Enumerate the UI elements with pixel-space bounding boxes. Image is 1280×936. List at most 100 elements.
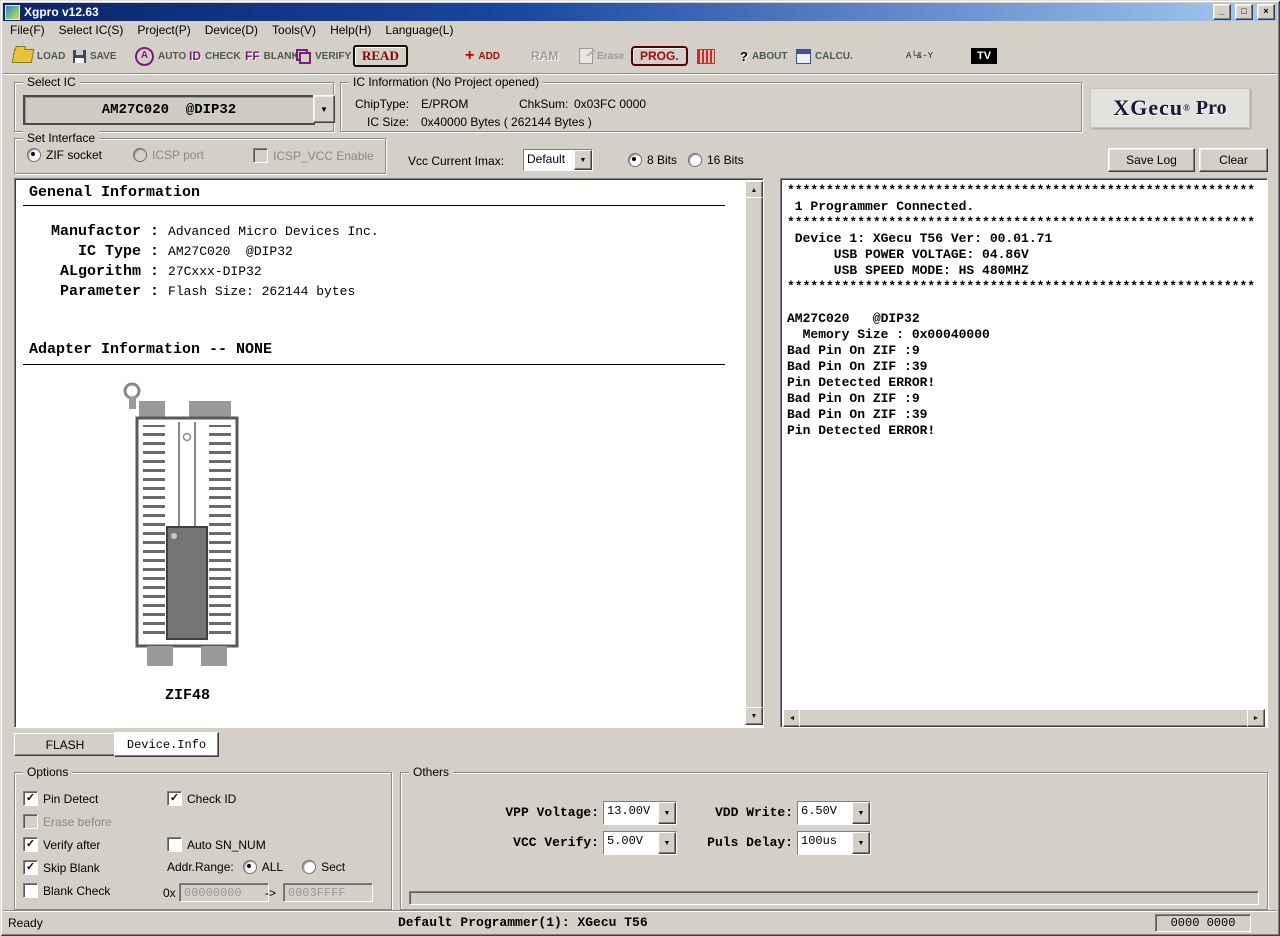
verify-after-checkbox[interactable]: ✓ Verify after [23,837,100,852]
load-button[interactable]: LOAD [13,43,65,69]
prog-button[interactable]: PROG. [631,43,688,69]
ram-icon [531,49,558,63]
auto-button[interactable]: AUTO [135,43,186,69]
menu-file[interactable]: File(F) [3,22,52,38]
ic-info-label: IC Information (No Project opened) [349,75,543,89]
tab-flash[interactable]: FLASH [14,733,116,756]
status-programmer: Default Programmer(1): XGecu T56 [398,915,648,930]
menu-device[interactable]: Device(D) [198,22,265,38]
checkbox-icon: ✓ [23,791,38,806]
checkbox-icon [23,883,38,898]
menu-help[interactable]: Help(H) [323,22,378,38]
calculator-icon [796,49,811,64]
menu-select-ic[interactable]: Select IC(S) [52,22,131,38]
log-panel: ****************************************… [780,178,1268,728]
add-button[interactable]: ADD [465,43,500,69]
addr-sect-radio[interactable] [302,860,316,874]
ic-select-dropdown-button[interactable]: ▼ [313,95,335,123]
status-ready: Ready [8,916,43,930]
minimize-button[interactable]: _ [1213,4,1231,20]
addr-to-input[interactable]: 0003FFFF [283,883,373,902]
menu-tools[interactable]: Tools(V) [265,22,323,38]
puls-delay-combo[interactable]: 100us ▼ [797,831,871,855]
tv-icon [971,48,997,64]
save-log-button[interactable]: Save Log [1108,148,1195,172]
zif48-label: ZIF48 [115,687,260,704]
hex-prefix-label: 0x [163,886,176,900]
chksum-label: ChkSum: [519,97,568,111]
bits16-radio[interactable]: 16 Bits [688,153,744,167]
vcc-imax-combo[interactable]: Default ▼ [523,149,593,171]
radio-icon [133,148,147,162]
log-text: ****************************************… [787,183,1263,707]
radio-icon [688,153,702,167]
others-label: Others [409,765,453,779]
chksum-value: 0x03FC 0000 [574,97,646,111]
chevron-down-icon[interactable]: ▼ [574,150,592,170]
save-button[interactable]: SAVE [73,43,117,69]
scrollbar-thumb[interactable] [799,709,1249,727]
erase-button[interactable]: Erase [579,43,624,69]
chevron-down-icon[interactable]: ▼ [658,832,676,854]
icsp-port-radio[interactable]: ICSP port [133,148,204,162]
addr-range-row: Addr.Range: ALL Sect [167,860,345,874]
vcc-verify-combo[interactable]: 5.00V ▼ [603,831,677,855]
icsp-vcc-checkbox[interactable]: ICSP_VCC Enable [253,148,374,163]
skip-blank-checkbox[interactable]: ✓ Skip Blank [23,860,100,875]
scrollbar-thumb[interactable] [745,197,763,709]
ic-select-combo[interactable]: AM27C020 @DIP32 [23,95,315,125]
blank-check-checkbox[interactable]: Blank Check [23,883,110,898]
menu-language[interactable]: Language(L) [378,22,460,38]
ic-info-group: IC Information (No Project opened) ChipT… [340,82,1082,132]
read-button[interactable]: READ [353,43,408,69]
checkbox-icon [253,148,268,163]
horizontal-scrollbar[interactable]: ◄ ► [783,709,1265,725]
pin-detect-checkbox[interactable]: ✓ Pin Detect [23,791,98,806]
close-button[interactable]: × [1257,4,1275,20]
maximize-button[interactable]: □ [1235,4,1253,20]
vpp-voltage-label: VPP Voltage: [489,805,599,820]
check-id-button[interactable]: CHECK [189,43,241,69]
check-id-checkbox[interactable]: ✓ Check ID [167,791,236,806]
logic-gate-icon [906,51,933,61]
tv-button[interactable] [971,43,997,69]
chevron-down-icon[interactable]: ▼ [852,802,870,824]
checkbox-icon: ✓ [23,860,38,875]
addr-all-radio[interactable] [243,860,257,874]
bits8-radio[interactable]: 8 Bits [628,153,677,167]
chevron-down-icon[interactable]: ▼ [658,802,676,824]
status-bar: Ready Default Programmer(1): XGecu T56 0… [3,912,1277,933]
manufacturer-row: Manufactor : Advanced Micro Devices Inc. [29,223,379,240]
vertical-scrollbar[interactable]: ▲ ▼ [745,181,761,725]
auto-sn-checkbox[interactable]: Auto SN_NUM [167,837,266,852]
zif-socket-radio[interactable]: ZIF socket [27,148,102,162]
tab-device-info[interactable]: Device.Info [114,732,219,757]
chevron-down-icon[interactable]: ▼ [852,832,870,854]
scroll-down-button[interactable]: ▼ [745,707,763,725]
checkbox-icon [167,837,182,852]
addr-from-input[interactable]: 00000000 [179,883,269,902]
calculator-button[interactable]: CALCU. [796,43,853,69]
blank-check-button[interactable]: BLANK [245,43,299,69]
open-folder-icon [12,49,34,63]
pin-map-button[interactable] [697,43,715,69]
erase-before-checkbox[interactable]: Erase before [23,814,112,829]
vpp-voltage-combo[interactable]: 13.00V ▼ [603,801,677,825]
window-title: Xgpro v12.63 [24,5,1209,19]
status-counter: 0000 0000 [1155,914,1251,932]
arrow-label: -> [265,886,276,900]
menu-project[interactable]: Project(P) [130,22,197,38]
options-group: Options ✓ Pin Detect ✓ Check ID Erase be… [14,772,392,910]
clear-button[interactable]: Clear [1199,148,1268,172]
about-button[interactable]: ABOUT [740,43,788,69]
logic-test-button[interactable] [906,43,933,69]
options-label: Options [23,765,72,779]
device-info-panel: Genenal Information Manufactor : Advance… [14,178,764,728]
verify-button[interactable]: VERIFY [296,43,351,69]
ram-button[interactable] [531,43,558,69]
floppy-disk-icon [73,50,86,63]
vdd-write-combo[interactable]: 6.50V ▼ [797,801,871,825]
selected-ic-value: AM27C020 @DIP32 [102,102,236,118]
scroll-right-button[interactable]: ► [1247,709,1265,727]
ic-type-row: IC Type : AM27C020 @DIP32 [29,243,293,260]
